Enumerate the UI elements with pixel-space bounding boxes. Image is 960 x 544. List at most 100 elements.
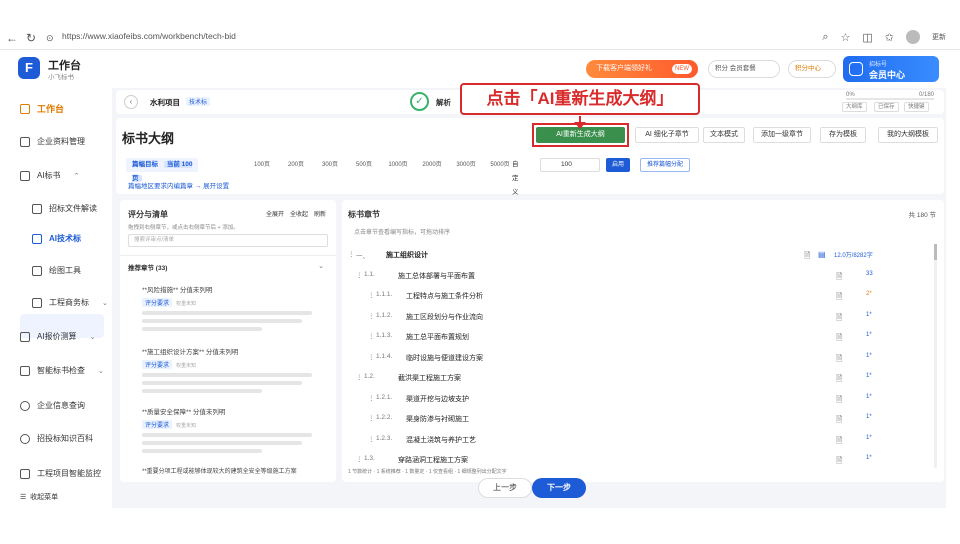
favorites-icon[interactable]: ✩ (885, 31, 894, 44)
sidebar-item-company-search[interactable]: 企业信息查询 (20, 400, 85, 411)
drag-handle-icon[interactable]: ⋮ (368, 394, 375, 402)
outline-library-button[interactable]: 大纲库 (842, 102, 867, 112)
chapter-row[interactable]: ⋮ 1.1.2. 施工区段划分与作业流向 🗎 1* (342, 312, 932, 330)
drag-handle-icon[interactable]: ⋮ (356, 271, 363, 279)
drag-handle-icon[interactable]: ⋮ (368, 291, 375, 299)
drag-handle-icon[interactable]: ⋮ (356, 373, 363, 381)
document-icon[interactable]: 🗎 (836, 455, 842, 469)
back-button[interactable]: ‹ (124, 95, 138, 109)
chapter-title[interactable]: 渠身防渗与衬砌施工 (406, 414, 469, 424)
sidebar-item-tender-analysis[interactable]: 招标文件解读 (32, 203, 97, 214)
download-client-button[interactable]: 下载客户端领好礼 NEW (586, 60, 698, 78)
drag-handle-icon[interactable]: ⋮ (368, 414, 375, 422)
page-option-5000[interactable]: 5000页 (486, 158, 514, 172)
page-option-200[interactable]: 200页 (282, 158, 310, 172)
sidebar-item-project-monitor[interactable]: 工程项目智能监控 (20, 468, 101, 479)
custom-pages-input[interactable]: 100 (540, 158, 600, 172)
chapter-row[interactable]: ⋮ 1.2.1. 渠道开挖与边坡支护 🗎 1* (342, 394, 932, 412)
app-logo[interactable]: F (18, 57, 40, 79)
sidebar-item-ai-bid[interactable]: AI标书 ⌃ (20, 170, 79, 181)
sidebar-item-ai-tech-bid[interactable]: AI技术标 (32, 233, 81, 244)
saved-button[interactable]: 已保存 (874, 102, 899, 112)
requirement-item-truncated[interactable]: **重要分项工程或能够体现较大的建筑全安全等级施工方案 (142, 466, 297, 475)
save-as-template-button[interactable]: 存为模板 (820, 127, 866, 143)
member-center-button[interactable]: 招标号 会员中心 (843, 56, 939, 82)
document-icon[interactable]: 🗎 (836, 394, 842, 408)
drag-handle-icon[interactable]: ⋮ (368, 332, 375, 340)
drag-handle-icon[interactable]: ⋮ (368, 435, 375, 443)
my-templates-button[interactable]: 我的大纲模板 (878, 127, 938, 143)
document-icon[interactable]: 🗎 (836, 332, 842, 346)
chapter-row[interactable]: ⋮ 1.2.2. 渠身防渗与衬砌施工 🗎 1* (342, 414, 932, 432)
drag-handle-icon[interactable]: ⋮ (368, 312, 375, 320)
chapter-row[interactable]: ⋮ 一、 施工组织设计 🗎 ▤ 12.0万/8282字 (342, 250, 932, 268)
chapter-title[interactable]: 施工总平面布置规划 (406, 332, 469, 342)
scrollbar-thumb[interactable] (934, 244, 937, 260)
next-step-button[interactable]: 下一步 (532, 478, 586, 498)
sidebar-item-knowledge-base[interactable]: 招投标知识百科 (20, 433, 93, 444)
zoom-icon[interactable]: ⌕ (822, 31, 828, 44)
chapter-title[interactable]: 穿路涵洞工程施工方案 (398, 455, 468, 465)
search-input[interactable]: 搜索评审点/清单 (128, 234, 328, 247)
document-icon[interactable]: 🗎 (836, 312, 842, 326)
chevron-down-icon[interactable]: ⌄ (318, 262, 324, 270)
refresh-button[interactable]: 刷新 (314, 209, 326, 218)
page-option-3000[interactable]: 3000页 (452, 158, 480, 172)
chapter-row[interactable]: ⋮ 1.1. 施工总体部署与平面布置 🗎 33 (342, 271, 932, 289)
sidebar-item-ai-quote[interactable]: AI报价测算 ⌄ (20, 331, 95, 342)
points-center-button[interactable]: 积分中心 (788, 60, 836, 78)
chapter-row[interactable]: ⋮ 1.1.1. 工程特点与施工条件分析 🗎 2* (342, 291, 932, 309)
collapse-menu-button[interactable]: ☰ 收起菜单 (20, 492, 58, 502)
profile-avatar[interactable] (906, 30, 920, 44)
text-mode-button[interactable]: 文本模式 (703, 127, 745, 143)
chapter-title[interactable]: 施工组织设计 (386, 250, 428, 260)
sidebar-item-workbench[interactable]: 工作台 (20, 102, 64, 115)
page-option-2000[interactable]: 2000页 (418, 158, 446, 172)
expand-settings-link[interactable]: 篇幅地区要求内编篇章 → 展开设置 (128, 180, 229, 190)
ai-refine-subchapters-button[interactable]: AI 细化子章节 (635, 127, 699, 143)
chapter-title[interactable]: 工程特点与施工条件分析 (406, 291, 483, 301)
requirement-item[interactable]: **质量安全保障** 分值未列明 评分要求 权重未知 (142, 406, 322, 453)
drag-handle-icon[interactable]: ⋮ (356, 455, 363, 463)
chapter-row[interactable]: ⋮ 1.1.3. 施工总平面布置规划 🗎 1* (342, 332, 932, 350)
chapter-row[interactable]: ⋮ 1.1.4. 临时设施与便道建设方案 🗎 1* (342, 353, 932, 371)
chapter-row[interactable]: ⋮ 1.2.3. 混凝土浇筑与养护工艺 🗎 1* (342, 435, 932, 453)
back-arrow-icon[interactable]: ← (6, 31, 18, 45)
previous-step-button[interactable]: 上一步 (478, 478, 532, 498)
recommend-allocation-button[interactable]: 推荐篇幅分配 (640, 158, 690, 172)
sidebar-item-bid-check[interactable]: 智能标书检查 ⌄ (20, 365, 104, 376)
update-label[interactable]: 更新 (932, 32, 946, 42)
requirement-item[interactable]: **风险措施** 分值未列明 评分要求 权重未知 (142, 284, 322, 331)
sidebar-item-commercial-bid[interactable]: 工程商务标 ⌄ (32, 297, 108, 308)
document-icon[interactable]: 🗎 (836, 435, 842, 449)
chapter-title[interactable]: 临时设施与便道建设方案 (406, 353, 483, 363)
document-icon[interactable]: 🗎 (836, 353, 842, 367)
chapter-title[interactable]: 渠道开挖与边坡支护 (406, 394, 469, 404)
apply-button[interactable]: 启用 (606, 158, 630, 172)
drag-handle-icon[interactable]: ⋮ (368, 353, 375, 361)
drag-handle-icon[interactable]: ⋮ (348, 250, 355, 258)
collapse-all-button[interactable]: 全收起 (290, 209, 308, 218)
document-icon[interactable]: 🗎 (804, 250, 810, 264)
address-bar[interactable]: https://www.xiaofeibs.com/workbench/tech… (62, 31, 236, 41)
extensions-icon[interactable]: ◫ (862, 31, 872, 44)
page-option-1000[interactable]: 1000页 (384, 158, 412, 172)
requirement-item[interactable]: **施工组织设计方案** 分值未列明 评分要求 权重未知 (142, 346, 322, 393)
document-icon[interactable]: 🗎 (836, 271, 842, 285)
scrollbar-track[interactable] (934, 244, 937, 468)
points-package-button[interactable]: 积分 会员套餐 (708, 60, 780, 78)
bookmark-star-icon[interactable]: ☆ (841, 31, 851, 44)
chapter-title[interactable]: 施工总体部署与平面布置 (398, 271, 475, 281)
shortcuts-button[interactable]: 快捷键 (904, 102, 929, 112)
sidebar-item-company-data[interactable]: 企业资料管理 (20, 136, 85, 147)
document-icon[interactable]: 🗎 (836, 414, 842, 428)
chapter-title[interactable]: 施工区段划分与作业流向 (406, 312, 483, 322)
chapter-title[interactable]: 截洪渠工程施工方案 (398, 373, 461, 383)
page-option-300[interactable]: 300页 (316, 158, 344, 172)
sidebar-item-drawing-tools[interactable]: 绘图工具 (32, 265, 81, 276)
document-icon[interactable]: 🗎 (836, 373, 842, 387)
chapter-row[interactable]: ⋮ 1.2. 截洪渠工程施工方案 🗎 1* (342, 373, 932, 391)
ai-regenerate-outline-button[interactable]: AI重新生成大纲 (536, 127, 625, 143)
document-icon[interactable]: 🗎 (836, 291, 842, 305)
outline-icon[interactable]: ▤ (818, 250, 826, 259)
